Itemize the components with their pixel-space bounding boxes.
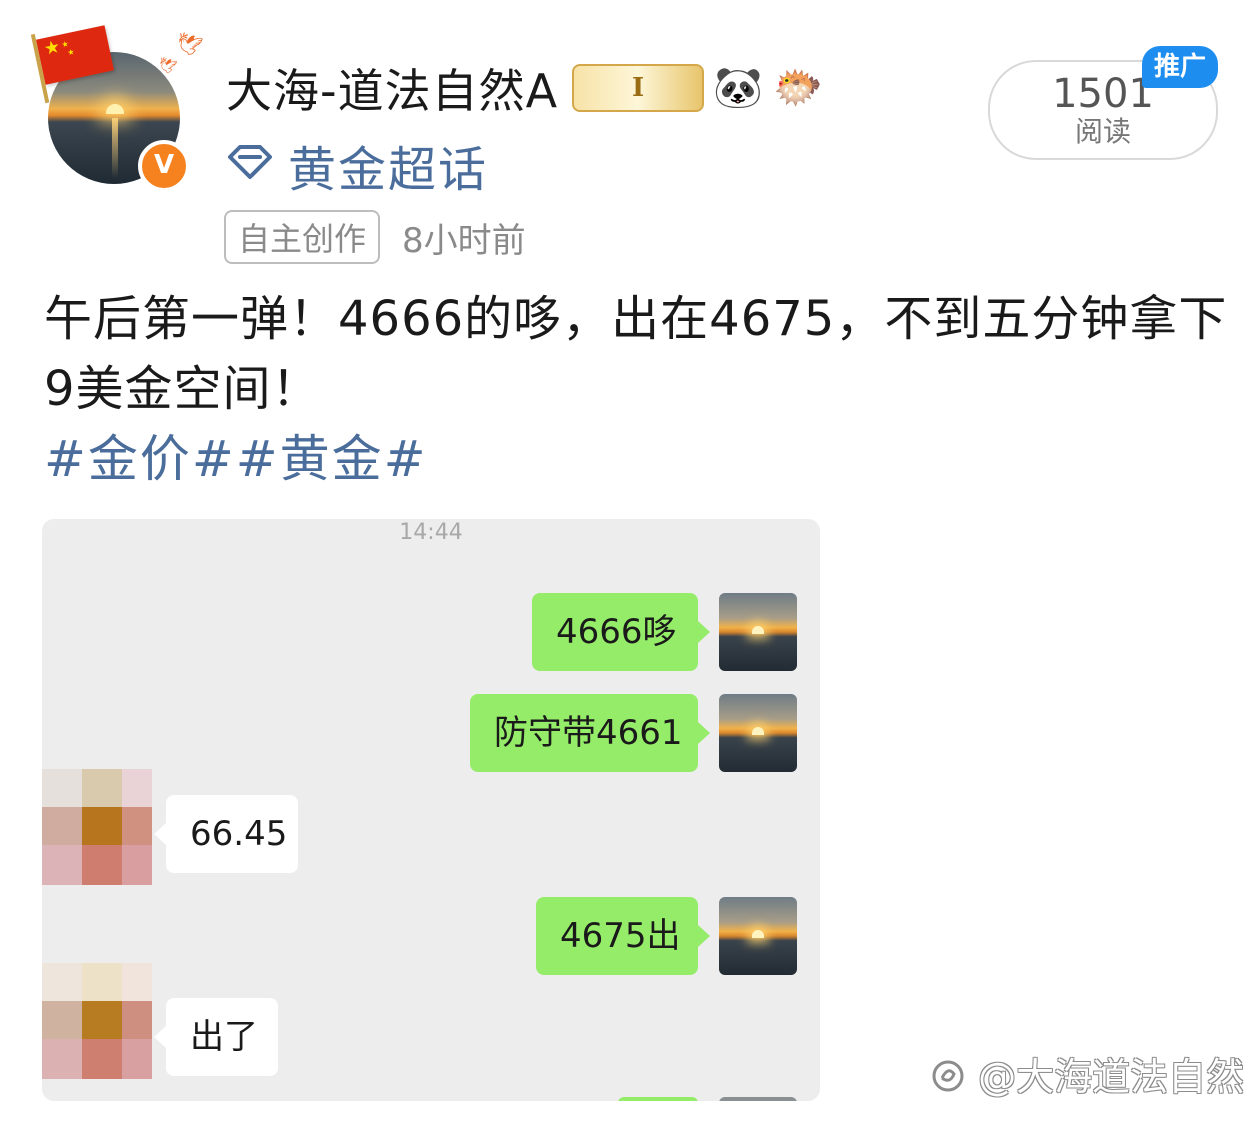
watermark-text: @大海道法自然 — [978, 1055, 1245, 1099]
author-name[interactable]: 大海-道法自然A — [226, 55, 558, 121]
post-meta: 自主创作 8小时前 — [224, 210, 526, 264]
weibo-logo-icon — [930, 1055, 978, 1099]
read-label: 阅读 — [1074, 115, 1131, 148]
bird-icon: 🕊 — [172, 28, 205, 60]
chat-bubble-me — [618, 1097, 698, 1101]
author-name-row: 大海-道法自然A I 🐼 🐡 — [226, 56, 824, 120]
chat-screenshot[interactable]: 14:44 4666哆 防守带4661 66.45 4675出 出了 — [42, 519, 820, 1101]
chat-bubble-me: 4675出 — [536, 897, 710, 975]
verified-badge: V — [138, 140, 190, 192]
chat-avatar-other — [42, 963, 152, 1079]
topic-name: 黄金超话 — [288, 142, 489, 198]
original-tag: 自主创作 — [224, 210, 381, 264]
chat-bubble-other: 66.45 — [154, 795, 298, 873]
chat-avatar-other — [42, 769, 152, 885]
author-avatar[interactable]: ★ ★ ★ 🕊 🕊 V — [30, 25, 205, 192]
diamond-icon — [226, 143, 274, 187]
chat-avatar-me — [719, 694, 797, 772]
promote-badge[interactable]: 推广 — [1142, 46, 1218, 88]
chat-bubble-me: 4666哆 — [532, 593, 710, 671]
chat-avatar-me — [719, 897, 797, 975]
chat-avatar-me — [719, 593, 797, 671]
chat-bubble-other: 出了 — [154, 998, 278, 1076]
level-badge[interactable]: I — [572, 64, 705, 112]
post-text: 午后第一弹！4666的哆，出在4675，不到五分钟拿下9美金空间！ — [44, 291, 1228, 417]
panda-badge-icon[interactable]: 🐼 — [712, 64, 764, 112]
fish-badge-icon[interactable]: 🐡 — [772, 64, 824, 112]
watermark: @大海道法自然 — [930, 1046, 1244, 1101]
post-hashtags[interactable]: #金价##黄金# — [44, 424, 428, 494]
post-time: 8小时前 — [402, 220, 526, 261]
chat-timestamp: 14:44 — [399, 520, 463, 545]
chat-avatar-me — [719, 1097, 797, 1101]
chat-bubble-me: 防守带4661 — [470, 694, 710, 772]
topic-link[interactable]: 黄金超话 — [226, 130, 488, 200]
